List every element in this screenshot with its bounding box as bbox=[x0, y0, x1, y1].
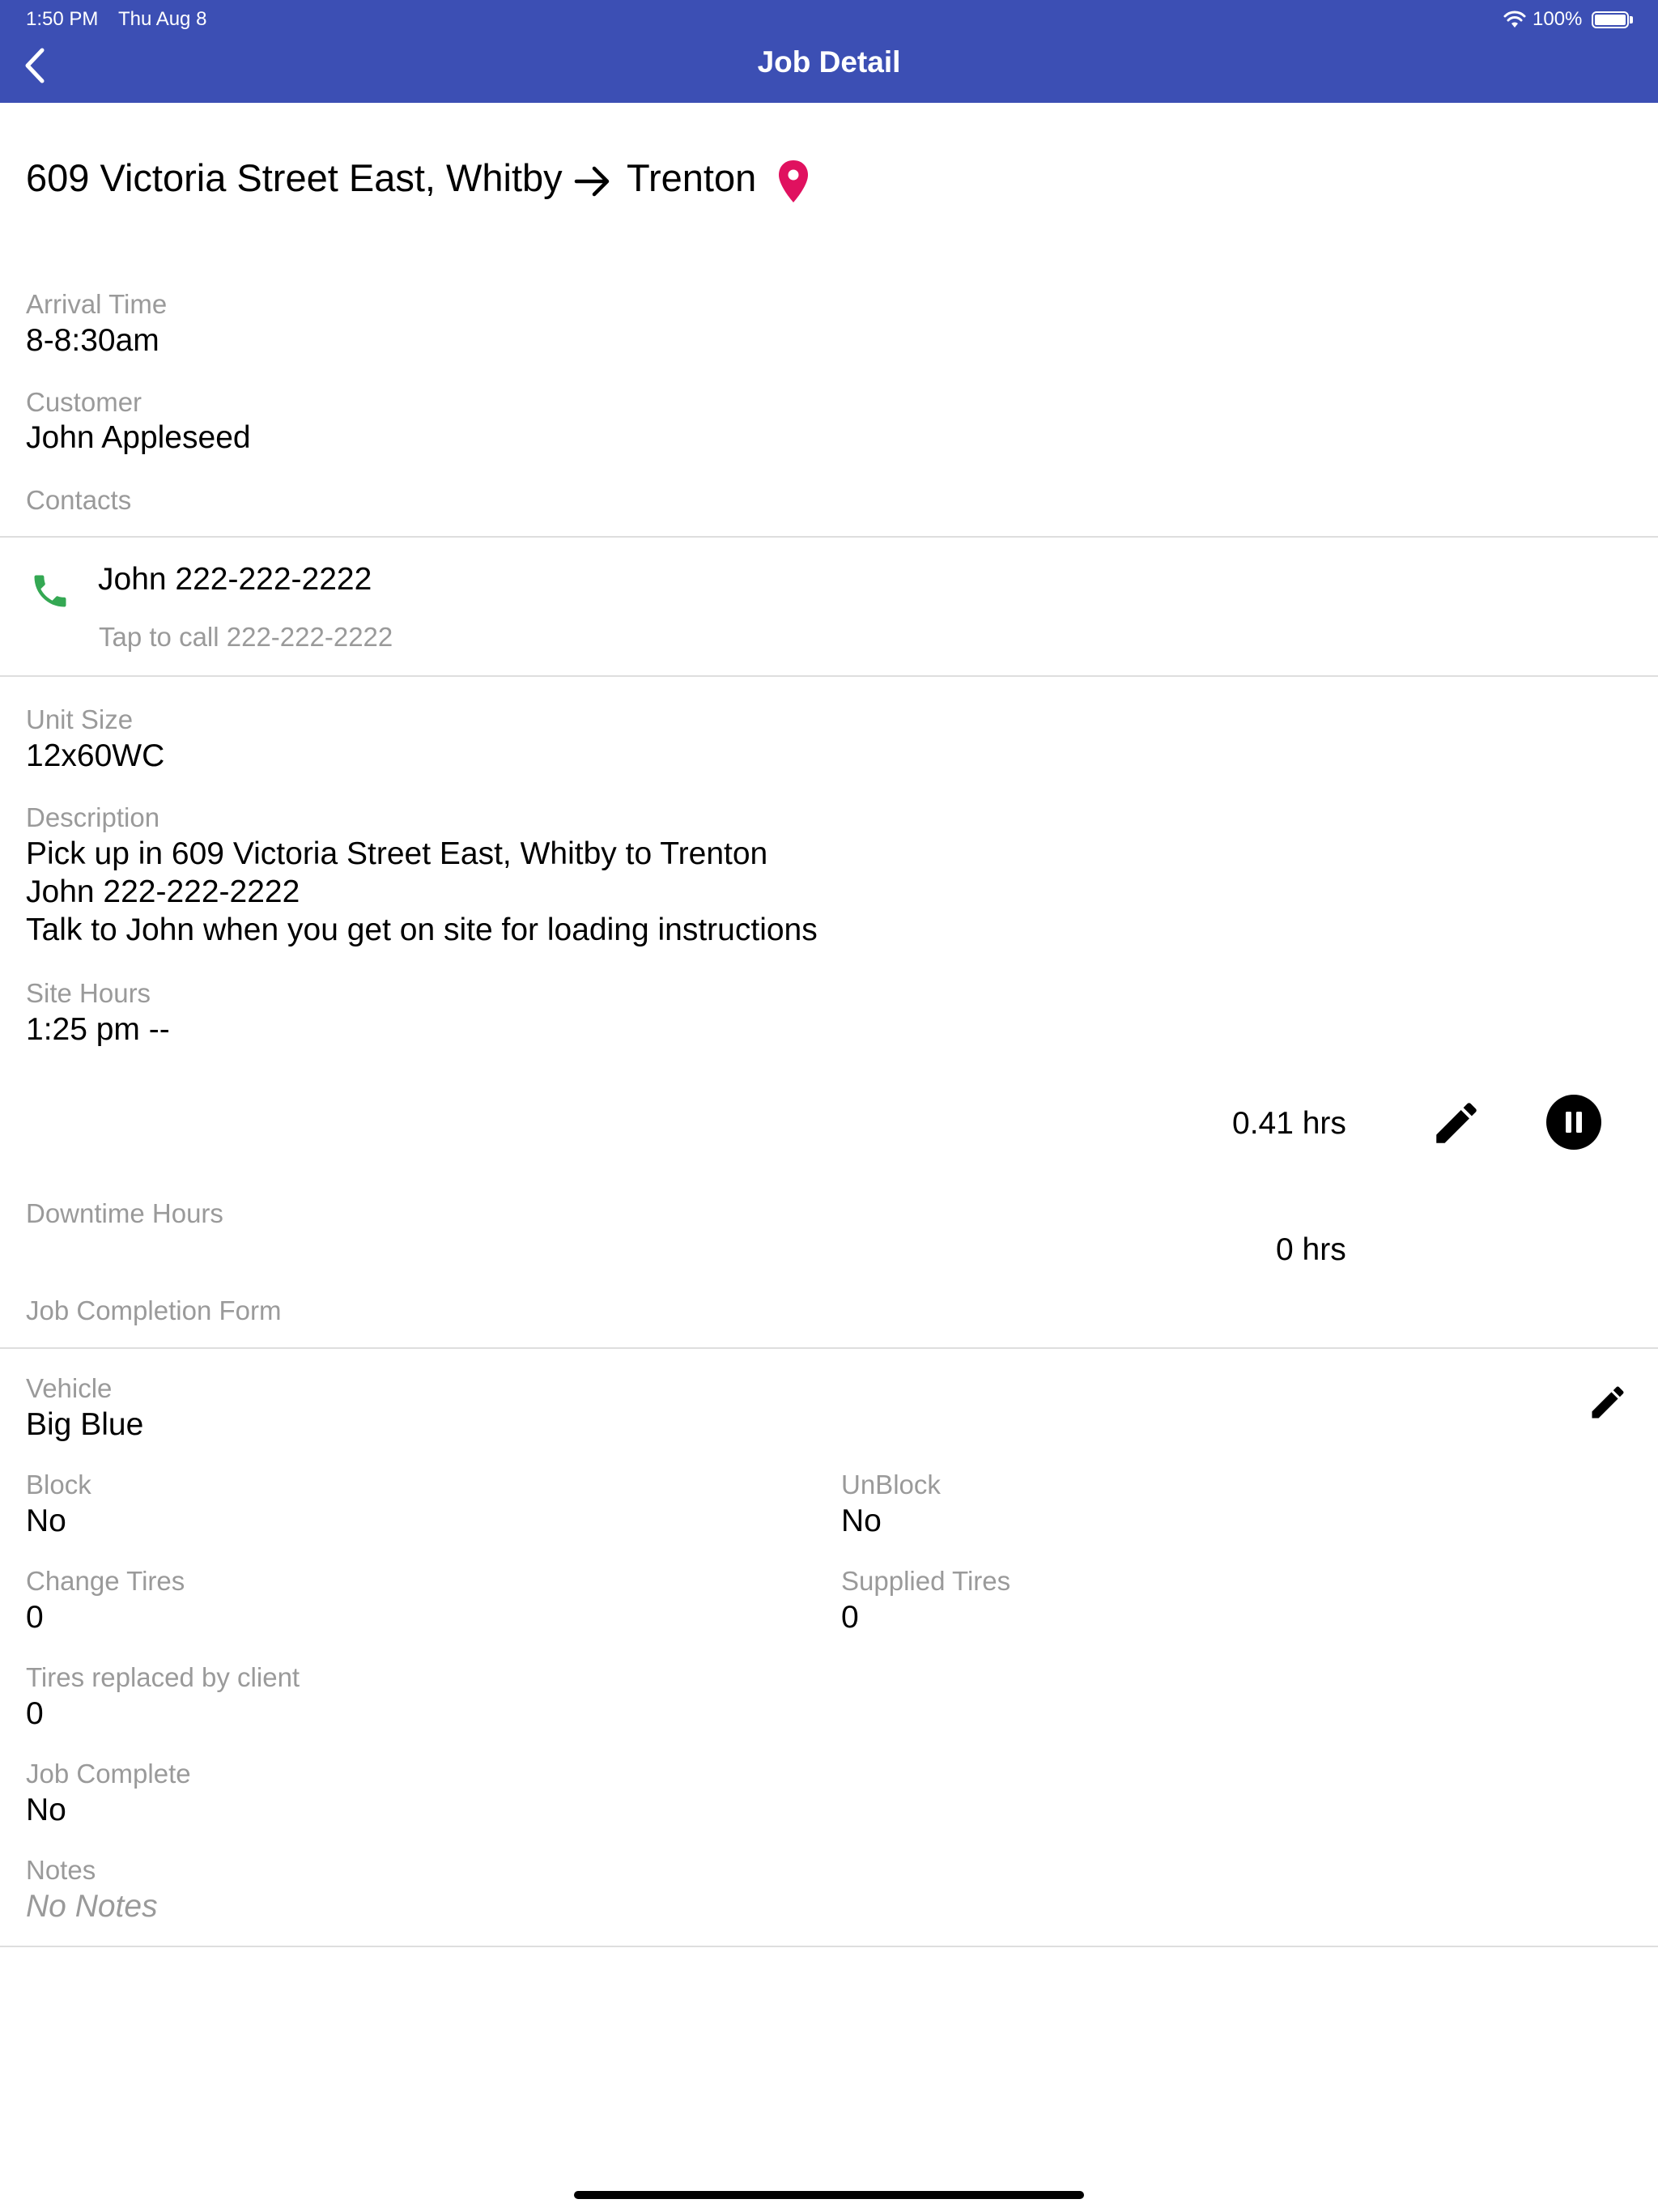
divider bbox=[0, 675, 1658, 677]
wifi-icon bbox=[1503, 11, 1526, 28]
notes-label: Notes bbox=[26, 1855, 96, 1885]
description-line: Pick up in 609 Victoria Street East, Whi… bbox=[26, 836, 768, 871]
change-tires-value: 0 bbox=[26, 1600, 44, 1635]
divider bbox=[0, 1946, 1658, 1947]
unit-size-label: Unit Size bbox=[26, 704, 134, 734]
battery-icon bbox=[1592, 11, 1629, 28]
description-line: John 222-222-2222 bbox=[26, 874, 300, 909]
site-hours-value: 1:25 pm -- bbox=[26, 1012, 170, 1047]
page-title: Job Detail bbox=[757, 45, 901, 79]
customer-label: Customer bbox=[26, 387, 142, 417]
arrival-time-value: 8-8:30am bbox=[26, 323, 159, 358]
description-line: Talk to John when you get on site for lo… bbox=[26, 912, 818, 947]
edit-form-button[interactable] bbox=[1587, 1381, 1629, 1423]
job-complete-label: Job Complete bbox=[26, 1759, 191, 1789]
supplied-tires-value: 0 bbox=[841, 1600, 859, 1635]
customer-value: John Appleseed bbox=[26, 420, 251, 455]
block-value: No bbox=[26, 1504, 66, 1538]
pause-timer-button[interactable] bbox=[1546, 1095, 1601, 1150]
unit-size-value: 12x60WC bbox=[26, 738, 165, 773]
unblock-value: No bbox=[841, 1504, 882, 1538]
block-label: Block bbox=[26, 1470, 91, 1499]
edit-hours-button[interactable] bbox=[1430, 1096, 1483, 1150]
battery-percent: 100% bbox=[1533, 8, 1583, 30]
contact-subtitle: Tap to call 222-222-2222 bbox=[99, 622, 393, 652]
arrival-time-label: Arrival Time bbox=[26, 289, 168, 319]
status-time: 1:50 PM bbox=[26, 8, 99, 30]
unblock-label: UnBlock bbox=[841, 1470, 941, 1499]
contacts-label: Contacts bbox=[26, 485, 132, 515]
supplied-tires-label: Supplied Tires bbox=[841, 1566, 1011, 1596]
site-hours-timer: 0.41 hrs bbox=[1232, 1106, 1346, 1141]
status-date: Thu Aug 8 bbox=[118, 8, 207, 30]
route-origin: 609 Victoria Street East, Whitby bbox=[26, 156, 563, 199]
nav-bar: 1:50 PM Thu Aug 8 100% Job Detail bbox=[0, 0, 1658, 103]
site-hours-label: Site Hours bbox=[26, 978, 151, 1008]
job-complete-value: No bbox=[26, 1793, 66, 1827]
tires-replaced-label: Tires replaced by client bbox=[26, 1662, 300, 1692]
contact-name: John 222-222-2222 bbox=[98, 562, 372, 597]
contact-row[interactable]: John 222-222-2222 Tap to call 222-222-22… bbox=[0, 538, 1658, 675]
notes-value: No Notes bbox=[26, 1889, 158, 1924]
home-indicator[interactable] bbox=[574, 2191, 1084, 2199]
arrow-right-icon bbox=[574, 166, 610, 197]
vehicle-label: Vehicle bbox=[26, 1373, 113, 1403]
route-destination: Trenton bbox=[627, 156, 757, 199]
vehicle-value: Big Blue bbox=[26, 1407, 144, 1442]
divider bbox=[0, 1347, 1658, 1349]
tires-replaced-value: 0 bbox=[26, 1696, 44, 1731]
downtime-value: 0 hrs bbox=[1276, 1232, 1346, 1267]
map-pin-icon[interactable] bbox=[776, 159, 811, 206]
job-completion-form-label: Job Completion Form bbox=[26, 1295, 282, 1325]
change-tires-label: Change Tires bbox=[26, 1566, 185, 1596]
phone-icon bbox=[34, 575, 66, 607]
downtime-label: Downtime Hours bbox=[26, 1198, 223, 1228]
description-label: Description bbox=[26, 802, 160, 832]
